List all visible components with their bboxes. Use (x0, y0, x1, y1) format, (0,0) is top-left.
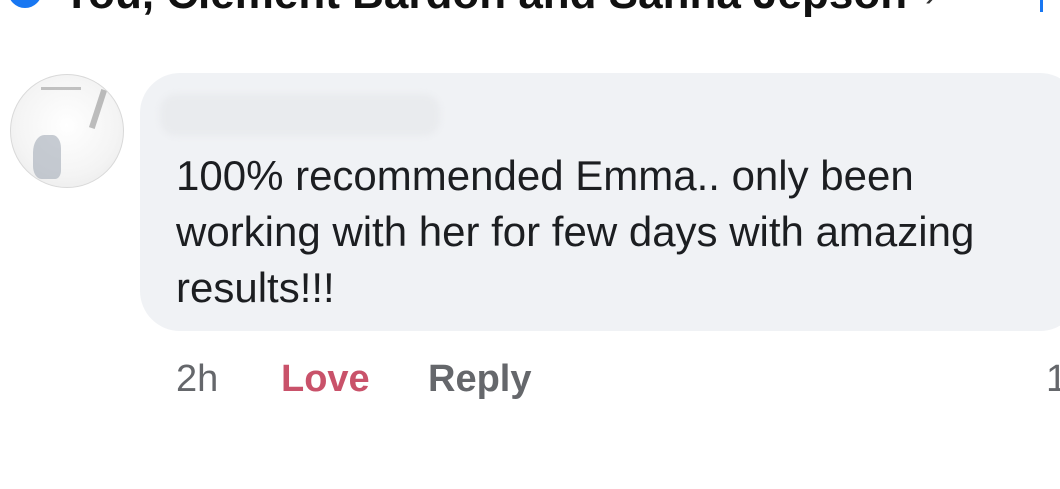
comment-text: 100% recommended Emma.. only been workin… (176, 152, 975, 311)
avatar-image-part (41, 87, 81, 90)
top-reactions-line[interactable]: You, Clement Bardon and Sanna Jepson › (0, 0, 1060, 16)
reaction-count[interactable]: 1 (1046, 354, 1060, 404)
avatar[interactable] (10, 74, 124, 188)
reply-button[interactable]: Reply (428, 354, 531, 404)
comment-screen: You, Clement Bardon and Sanna Jepson › 1… (0, 0, 1060, 489)
reaction-icon (8, 0, 42, 8)
avatar-image-part (88, 89, 108, 129)
comment-timestamp[interactable]: 2h (176, 354, 218, 404)
love-reaction-button[interactable]: Love (281, 354, 370, 404)
scroll-indicator (1040, 0, 1043, 12)
reactors-summary[interactable]: You, Clement Bardon and Sanna Jepson (62, 0, 907, 16)
author-name-redacted[interactable] (160, 94, 440, 136)
avatar-image-part (33, 135, 61, 179)
chevron-right-icon[interactable]: › (925, 0, 936, 15)
